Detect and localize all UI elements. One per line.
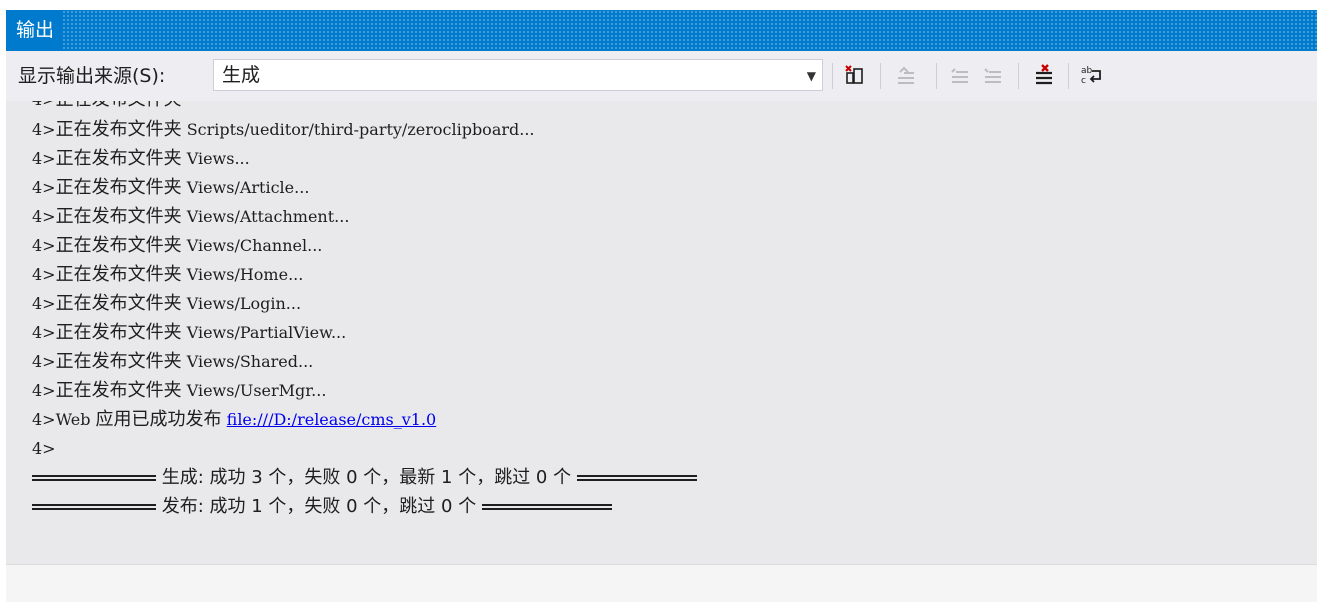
output-source-combobox[interactable]: 生成 ▼ <box>213 59 823 91</box>
build-summary-line: 生成: 成功 3 个，失败 0 个，最新 1 个，跳过 0 个 <box>32 463 697 493</box>
output-line: 4>正在发布文件夹 Views/Shared... <box>32 351 314 372</box>
find-message-in-code-button[interactable] <box>840 61 868 89</box>
svg-text:ab: ab <box>1081 66 1093 76</box>
output-line: 4>正在发布文件夹 Views... <box>32 148 250 169</box>
output-pane[interactable]: 4>正在发布文件夹 4>正在发布文件夹 Scripts/ueditor/thir… <box>6 101 1317 564</box>
toggle-word-wrap-button[interactable]: ab c <box>1078 61 1106 89</box>
release-path-link[interactable]: file:///D:/release/cms_v1.0 <box>227 410 437 429</box>
output-line-prompt: 4> <box>32 439 56 458</box>
go-to-next-message-button[interactable] <box>979 61 1007 89</box>
word-wrap-icon: ab c <box>1081 66 1101 86</box>
summary-rule-left <box>32 504 156 510</box>
toolbar-separator <box>936 63 937 89</box>
toolbar-separator <box>1068 63 1069 89</box>
previous-message-icon <box>898 66 914 84</box>
output-line: 4>正在发布文件夹 Views/Attachment... <box>32 206 350 227</box>
output-toolbar: 显示输出来源(S): 生成 ▼ ab c <box>6 51 1317 101</box>
summary-rule-left <box>32 475 156 481</box>
toolbar-separator <box>1018 63 1019 89</box>
output-line: 4>正在发布文件夹 Views/Login... <box>32 293 302 314</box>
output-line: 4>正在发布文件夹 Views/Article... <box>32 177 310 198</box>
output-line: 4>正在发布文件夹 Views/PartialView... <box>32 322 347 343</box>
output-line-web-published: 4>Web 应用已成功发布 file:///D:/release/cms_v1.… <box>32 409 437 430</box>
summary-rule-right <box>576 475 697 481</box>
svg-text:c: c <box>1081 76 1086 86</box>
output-line: 4>正在发布文件夹 Scripts/ueditor/third-party/ze… <box>32 119 535 140</box>
toolbar-separator <box>832 63 833 89</box>
publish-summary-text: 发布: 成功 1 个，失败 0 个，跳过 0 个 <box>161 496 477 517</box>
summary-rule-right <box>481 504 612 510</box>
output-line: 4>正在发布文件夹 Views/Home... <box>32 264 304 285</box>
build-summary-text: 生成: 成功 3 个，失败 0 个，最新 1 个，跳过 0 个 <box>161 467 572 488</box>
output-line: 4>正在发布文件夹 Views/Channel... <box>32 235 323 256</box>
publish-summary-line: 发布: 成功 1 个，失败 0 个，跳过 0 个 <box>32 492 612 522</box>
previous-line-icon <box>951 68 968 83</box>
next-line-icon <box>984 68 1001 83</box>
output-source-label: 显示输出来源(S): <box>18 65 166 87</box>
chevron-down-icon[interactable]: ▼ <box>807 60 816 90</box>
clear-all-icon <box>1036 64 1052 85</box>
output-source-value: 生成 <box>222 64 261 86</box>
find-in-code-icon <box>845 65 863 84</box>
clear-all-button[interactable] <box>1030 61 1058 89</box>
go-to-previous-message-in-list-button[interactable] <box>946 61 974 89</box>
output-line-clipped: 4>正在发布文件夹 <box>32 101 182 115</box>
toolbar-separator <box>880 63 881 89</box>
output-line: 4>正在发布文件夹 Views/UserMgr... <box>32 380 327 401</box>
window-title: 输出 <box>6 10 63 51</box>
go-to-previous-message-button[interactable] <box>892 61 920 89</box>
output-window-titlebar[interactable]: 输出 <box>6 10 1317 51</box>
output-pane-footer <box>6 564 1317 602</box>
